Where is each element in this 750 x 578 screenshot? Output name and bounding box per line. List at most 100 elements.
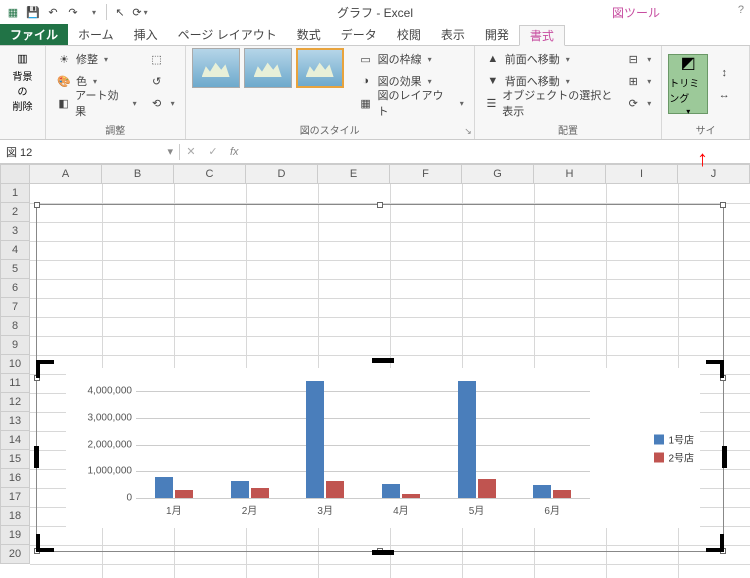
crop-handle-bl[interactable] [36, 534, 54, 552]
align-icon: ⊟ [625, 51, 641, 67]
chart-bar [251, 488, 269, 498]
rotate-button[interactable]: ⟳ [621, 92, 655, 114]
select-all-corner[interactable] [0, 164, 30, 184]
name-box[interactable]: 図 12▾ [0, 144, 180, 160]
artistic-icon: ◧ [56, 95, 71, 111]
row-header[interactable]: 8 [0, 317, 30, 336]
undo-icon[interactable]: ↶ [44, 3, 62, 21]
align-button[interactable]: ⊟ [621, 48, 655, 70]
redo-icon[interactable]: ↷ [64, 3, 82, 21]
reset-picture-icon[interactable]: ⟲ [145, 92, 179, 114]
tab-format[interactable]: 書式 [519, 25, 565, 46]
compress-icon[interactable]: ⬚ [145, 48, 179, 70]
row-header[interactable]: 10 [0, 355, 30, 374]
row-header[interactable]: 19 [0, 526, 30, 545]
change-picture-icon[interactable]: ↺ [145, 70, 179, 92]
cancel-icon[interactable]: ✕ [180, 145, 202, 158]
tab-review[interactable]: 校閲 [387, 24, 431, 45]
row-header[interactable]: 7 [0, 298, 30, 317]
tab-file[interactable]: ファイル [0, 24, 68, 45]
chart-bar [175, 490, 193, 498]
remove-background-button[interactable]: ▥ 背景の 削除 [6, 48, 39, 115]
tab-data[interactable]: データ [331, 24, 387, 45]
column-header[interactable]: E [318, 164, 390, 184]
tab-developer[interactable]: 開発 [475, 24, 519, 45]
row-header[interactable]: 18 [0, 507, 30, 526]
qat-more-icon[interactable] [84, 3, 102, 21]
embedded-chart[interactable]: 01,000,0002,000,0003,000,0004,000,0001月2… [66, 368, 700, 528]
style-swatch[interactable] [192, 48, 240, 88]
tab-home[interactable]: ホーム [68, 24, 124, 45]
row-header[interactable]: 20 [0, 545, 30, 564]
selection-pane-button[interactable]: ☰オブジェクトの選択と表示 [481, 92, 617, 114]
row-header[interactable]: 3 [0, 222, 30, 241]
row-header[interactable]: 5 [0, 260, 30, 279]
row-header[interactable]: 1 [0, 184, 30, 203]
column-header[interactable]: C [174, 164, 246, 184]
picture-style-gallery[interactable] [192, 48, 344, 88]
crop-handle-br[interactable] [706, 534, 724, 552]
row-header[interactable]: 2 [0, 203, 30, 222]
pointer-icon[interactable]: ↖ [111, 3, 129, 21]
fx-icon[interactable]: fx [224, 146, 245, 158]
column-header[interactable]: I [606, 164, 678, 184]
group-size-label: サイ [668, 120, 743, 139]
group-button[interactable]: ⊞ [621, 70, 655, 92]
chart-plot-area: 01,000,0002,000,0003,000,0004,000,0001月2… [136, 378, 590, 498]
spreadsheet-grid[interactable]: 1234567891011121314151617181920 01,000,0… [0, 184, 750, 578]
save-icon[interactable]: 💾 [24, 3, 42, 21]
remove-bg-icon: ▥ [15, 50, 31, 66]
tool-context-label: 図ツール [612, 4, 660, 21]
title-bar: ▦ 💾 ↶ ↷ ↖ ⟳ グラフ - Excel 図ツール ? [0, 0, 750, 24]
dialog-launcher-icon[interactable]: ↘ [464, 126, 472, 137]
crop-handle-tl[interactable] [36, 360, 54, 378]
style-swatch-selected[interactable] [296, 48, 344, 88]
crop-handle-bottom[interactable] [372, 550, 394, 555]
chart-bar [458, 381, 476, 498]
rotate-icon: ⟳ [625, 95, 641, 111]
tab-insert[interactable]: 挿入 [124, 24, 168, 45]
column-header[interactable]: B [102, 164, 174, 184]
row-header[interactable]: 16 [0, 469, 30, 488]
corrections-button[interactable]: ☀修整 [52, 48, 141, 70]
chart-bar [231, 481, 249, 498]
column-header[interactable]: A [30, 164, 102, 184]
help-icon[interactable]: ? [738, 4, 744, 16]
window-title: グラフ - Excel [337, 4, 413, 21]
crop-button[interactable]: ◩ トリミング ▾ [668, 54, 708, 114]
tab-pagelayout[interactable]: ページ レイアウト [168, 24, 287, 45]
row-header[interactable]: 11 [0, 374, 30, 393]
row-header[interactable]: 15 [0, 450, 30, 469]
row-header[interactable]: 4 [0, 241, 30, 260]
crop-handle-tr[interactable] [706, 360, 724, 378]
artistic-effects-button[interactable]: ◧アート効果 [52, 92, 141, 114]
width-field[interactable]: ↔ [712, 84, 736, 106]
column-header[interactable]: D [246, 164, 318, 184]
enter-icon[interactable]: ✓ [202, 145, 224, 158]
bring-forward-button[interactable]: ▲前面へ移動 [481, 48, 617, 70]
height-field[interactable]: ↕ [712, 62, 736, 84]
row-header[interactable]: 12 [0, 393, 30, 412]
row-header[interactable]: 17 [0, 488, 30, 507]
chart-bar [402, 494, 420, 498]
row-header[interactable]: 9 [0, 336, 30, 355]
picture-layout-button[interactable]: ▦図のレイアウト [354, 92, 468, 114]
column-header[interactable]: G [462, 164, 534, 184]
crop-handle-top[interactable] [372, 358, 394, 363]
refresh-icon[interactable]: ⟳ [131, 3, 149, 21]
formula-bar: 図 12▾ ✕ ✓ fx [0, 140, 750, 164]
tab-view[interactable]: 表示 [431, 24, 475, 45]
column-header[interactable]: H [534, 164, 606, 184]
crop-handle-right[interactable] [722, 446, 727, 468]
crop-icon: ◩ [681, 53, 696, 73]
style-swatch[interactable] [244, 48, 292, 88]
crop-handle-left[interactable] [34, 446, 39, 468]
row-header[interactable]: 6 [0, 279, 30, 298]
row-header[interactable]: 13 [0, 412, 30, 431]
row-header[interactable]: 14 [0, 431, 30, 450]
column-header[interactable]: J [678, 164, 750, 184]
chart-bar [155, 477, 173, 498]
picture-border-button[interactable]: ▭図の枠線 [354, 48, 468, 70]
column-header[interactable]: F [390, 164, 462, 184]
tab-formulas[interactable]: 数式 [287, 24, 331, 45]
